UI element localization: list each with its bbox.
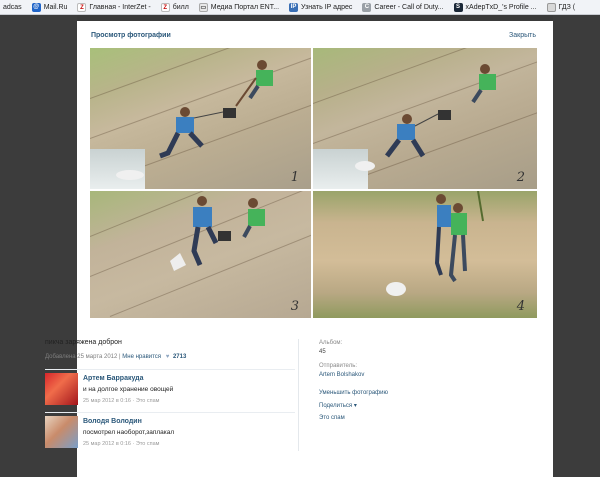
photo[interactable]: 1 2 3 4 — [90, 48, 537, 318]
comment-text: посмотрел наоборот,заплакал — [83, 429, 175, 436]
report-spam-link[interactable]: Это спам — [319, 415, 429, 421]
added-date: Добавлена 25 марта 2012 — [45, 354, 118, 360]
comment-author[interactable]: Володя Володин — [83, 418, 142, 425]
photo-frame-1: 1 — [90, 48, 311, 189]
photo-sidebar: Альбом: 45 Отправитель: Artem Bolshakov … — [319, 340, 429, 421]
photo-caption: пикча заряжена доброн — [45, 339, 122, 346]
photo-info: пикча заряжена доброн Добавлена 25 марта… — [45, 339, 295, 360]
sender-link[interactable]: Artem Bolshakov — [319, 372, 429, 378]
scene-figures — [170, 196, 265, 271]
scene-figures — [386, 191, 484, 296]
bookmark-mailru[interactable]: @ Mail.Ru — [29, 0, 71, 14]
career-icon: C — [362, 2, 372, 12]
bookmark-label: Узнать IP адрес — [301, 3, 353, 11]
meta-separator: | — [119, 354, 121, 360]
interzet-icon: Z — [160, 2, 170, 12]
viewer-title: Просмотр фотографии — [91, 32, 171, 39]
bookmark-media-portal[interactable]: ▭ Медиа Портал ENT... — [196, 0, 282, 14]
bookmark-label: xAdepTxD_'s Profile ... — [465, 3, 537, 11]
like-count[interactable]: 2713 — [173, 354, 186, 360]
chevron-down-icon: ▾ — [353, 403, 357, 409]
bookmark-label: ГДЗ ( — [558, 3, 576, 11]
bookmark-label: билл — [172, 3, 189, 11]
bookmarks-bar: adcas @ Mail.Ru Z Главная - InterZet - Zби… — [0, 0, 600, 15]
steam-icon: S — [453, 2, 463, 12]
album-label: Альбом: — [319, 340, 343, 346]
heart-icon[interactable]: ♥ — [166, 354, 170, 360]
frame-number: 4 — [516, 299, 525, 314]
media-icon: ▭ — [198, 2, 208, 12]
bookmark-ip[interactable]: IP Узнать IP адрес — [286, 0, 355, 14]
sidebar-divider — [298, 339, 299, 451]
gdz-icon — [546, 2, 556, 12]
photo-frame-4: 4 — [313, 191, 537, 318]
comment-date: 25 мар 2012 в 0:16 · Это спам — [83, 398, 160, 404]
share-dropdown[interactable]: Поделиться ▾ — [319, 402, 429, 409]
overlay-left[interactable] — [0, 15, 77, 477]
photo-viewer-panel: Просмотр фотографии Закрыть 1 2 3 4 — [77, 21, 553, 477]
avatar[interactable] — [45, 416, 78, 448]
photo-frame-2: 2 — [313, 48, 537, 189]
bookmark-career[interactable]: C Career - Call of Duty... — [359, 0, 446, 14]
bookmark-gdz[interactable]: ГДЗ ( — [544, 0, 579, 14]
frame-number: 3 — [290, 299, 299, 314]
shrink-photo-link[interactable]: Уменьшить фотографию — [319, 390, 429, 396]
comment-text: и на долгое хранение овощей — [83, 386, 174, 393]
frame-number: 1 — [290, 170, 299, 185]
bookmark-adcas[interactable]: adcas — [0, 0, 25, 14]
bookmark-label: Медиа Портал ENT... — [210, 3, 280, 11]
photo-frame-3: 3 — [90, 191, 311, 318]
overlay-right[interactable] — [553, 15, 600, 477]
scene-figures — [116, 60, 273, 180]
bookmark-bill[interactable]: Zбилл — [158, 0, 192, 14]
bookmark-steam-profile[interactable]: SxAdepTxD_'s Profile ... — [451, 0, 540, 14]
interzet-icon: Z — [77, 2, 87, 12]
bookmark-label: Главная - InterZet - — [89, 3, 151, 11]
close-link[interactable]: Закрыть — [509, 32, 536, 39]
album-value[interactable]: 45 — [319, 349, 429, 355]
bookmark-label: Mail.Ru — [43, 3, 68, 11]
comment-item: Артем Барракуда и на долгое хранение ово… — [45, 369, 295, 407]
bookmark-interzet[interactable]: Z Главная - InterZet - — [74, 0, 153, 14]
bookmark-label: Career - Call of Duty... — [374, 3, 444, 11]
photo-meta: Добавлена 25 марта 2012 | Мне нравится ♥… — [45, 354, 295, 360]
avatar[interactable] — [45, 373, 78, 405]
frame-number: 2 — [516, 170, 525, 185]
sender-label: Отправитель: — [319, 363, 357, 369]
comment-item: Володя Володин посмотрел наоборот,заплак… — [45, 412, 295, 450]
share-label: Поделиться — [319, 403, 353, 409]
mail-icon: @ — [31, 2, 41, 12]
like-button[interactable]: Мне нравится — [122, 354, 161, 360]
ip-icon: IP — [289, 2, 299, 12]
comment-author[interactable]: Артем Барракуда — [83, 375, 144, 382]
bookmark-label: adcas — [3, 3, 22, 11]
comment-date: 25 мар 2012 в 0:16 · Это спам — [83, 441, 160, 447]
scene-figures — [355, 64, 496, 171]
